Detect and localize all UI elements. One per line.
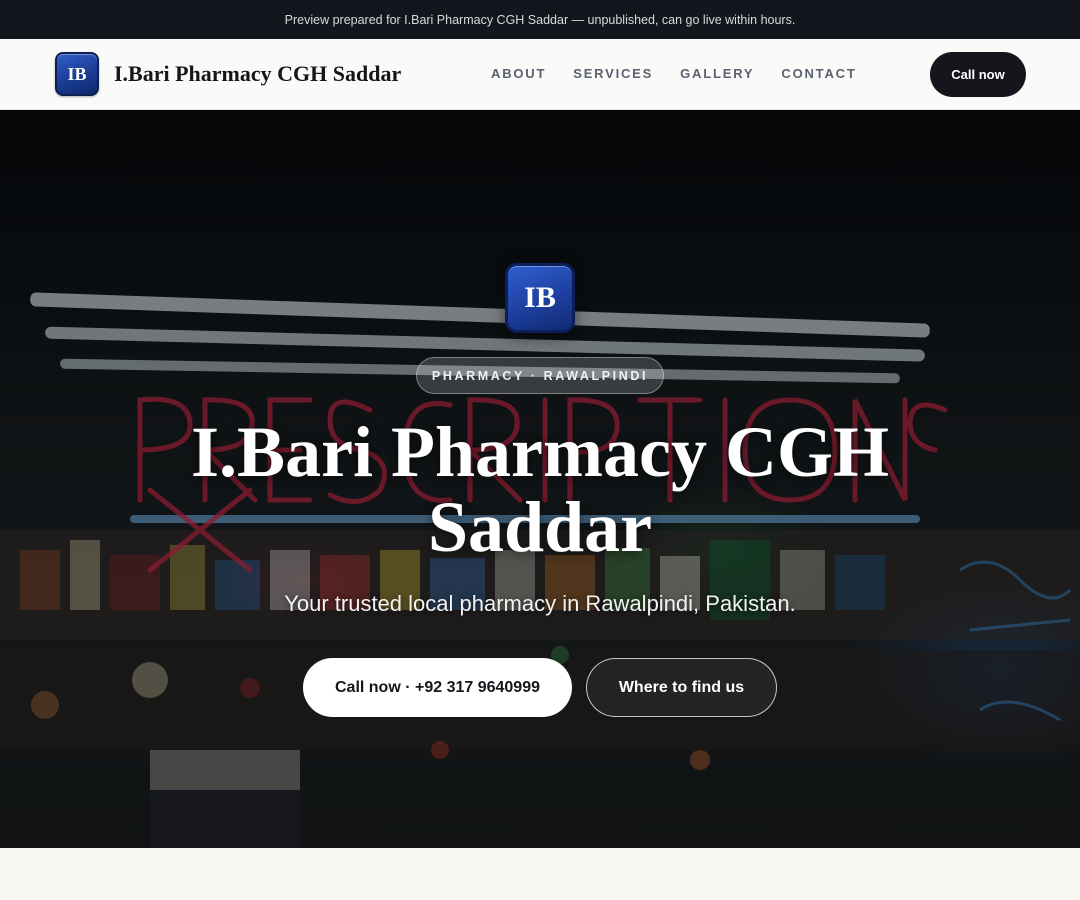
hero-title: I.Bari Pharmacy CGH Saddar xyxy=(191,412,889,567)
preview-banner-text: Preview prepared for I.Bari Pharmacy CGH… xyxy=(284,12,796,27)
nav-services[interactable]: SERVICES xyxy=(573,66,653,81)
nav-about[interactable]: ABOUT xyxy=(491,66,546,81)
brand-name[interactable]: I.Bari Pharmacy CGH Saddar xyxy=(114,61,401,87)
hero-section: IB PHARMACY · RAWALPINDI I.Bari Pharmacy… xyxy=(0,110,1080,848)
hero-logo-badge: IB xyxy=(505,263,575,333)
nav-gallery[interactable]: GALLERY xyxy=(680,66,754,81)
header-call-button[interactable]: Call now xyxy=(930,52,1026,97)
hero-category-tag: PHARMACY · RAWALPINDI xyxy=(416,357,664,394)
site-header: IB I.Bari Pharmacy CGH Saddar ABOUT SERV… xyxy=(0,39,1080,110)
preview-banner: Preview prepared for I.Bari Pharmacy CGH… xyxy=(0,0,1080,39)
hero-call-button[interactable]: Call now · +92 317 9640999 xyxy=(303,658,572,717)
find-us-button[interactable]: Where to find us xyxy=(586,658,777,717)
logo-badge[interactable]: IB xyxy=(55,52,99,96)
nav-contact[interactable]: CONTACT xyxy=(781,66,856,81)
main-nav: ABOUT SERVICES GALLERY CONTACT xyxy=(491,66,857,81)
hero-subtitle: Your trusted local pharmacy in Rawalpind… xyxy=(284,591,796,616)
